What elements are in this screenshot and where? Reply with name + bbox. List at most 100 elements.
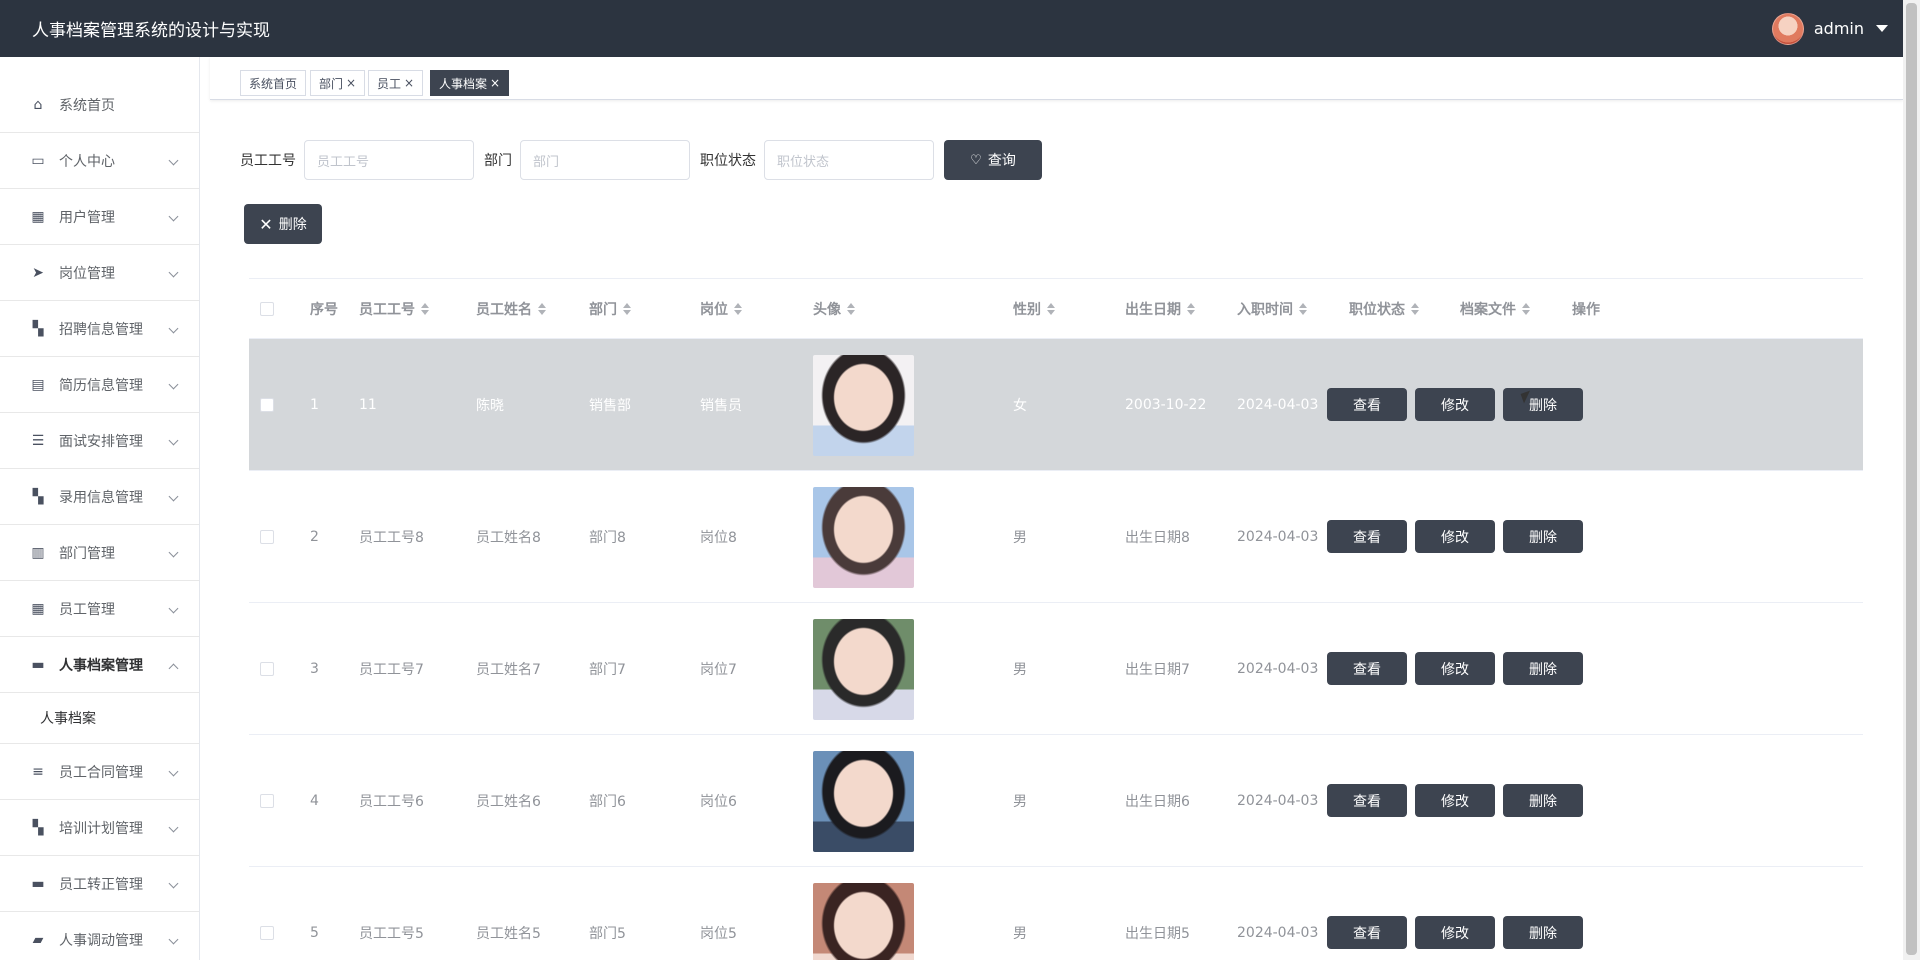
search-input-1[interactable]: 部门 [520,140,690,180]
close-icon[interactable]: × [404,76,414,90]
sort-down-icon[interactable] [1411,310,1419,315]
chevron-down-icon[interactable] [168,934,179,945]
tab-1[interactable]: 部门 × [310,70,366,96]
sidebar-item-8[interactable]: ▥ 部门管理 [0,525,199,581]
chevron-down-icon[interactable] [168,878,179,889]
caret-down-icon[interactable] [1876,25,1888,32]
sort-down-icon[interactable] [623,310,631,315]
sort-icon[interactable] [847,303,855,315]
table-row[interactable]: 2员工工号8员工姓名8部门8岗位8男出生日期82024-04-03在职无查看修改… [249,471,1863,603]
sidebar-item-5[interactable]: ▤ 简历信息管理 [0,357,199,413]
select-all-checkbox[interactable] [260,302,274,316]
sort-up-icon[interactable] [1187,303,1195,308]
table-row[interactable]: 3员工工号7员工姓名7部门7岗位7男出生日期72024-04-03在职无查看修改… [249,603,1863,735]
column-header-1[interactable]: 员工工号 [359,279,429,339]
chevron-down-icon[interactable] [168,267,179,278]
sidebar-item-12[interactable]: ▚ 培训计划管理 [0,800,199,856]
sort-icon[interactable] [1411,303,1419,315]
view-button[interactable]: 查看 [1327,520,1407,553]
sort-icon[interactable] [1187,303,1195,315]
sidebar-item-3[interactable]: ➤ 岗位管理 [0,245,199,301]
view-button[interactable]: 查看 [1327,652,1407,685]
sidebar-item-7[interactable]: ▚ 录用信息管理 [0,469,199,525]
tab-0[interactable]: 系统首页 [240,70,307,96]
row-checkbox[interactable] [260,794,274,808]
sidebar-item-13[interactable]: ▬ 员工转正管理 [0,856,199,912]
scrollbar-thumb[interactable] [1906,3,1917,955]
view-button[interactable]: 查看 [1327,388,1407,421]
close-icon[interactable]: × [346,76,356,90]
column-header-5[interactable]: 头像 [813,279,855,339]
sort-icon[interactable] [1522,303,1530,315]
row-select-cell[interactable] [260,735,274,867]
sort-icon[interactable] [1299,303,1307,315]
chevron-down-icon[interactable] [168,547,179,558]
row-select-cell[interactable] [260,471,274,603]
select-all-cell[interactable] [260,279,274,339]
sort-down-icon[interactable] [734,310,742,315]
sidebar-item-2[interactable]: ▦ 用户管理 [0,189,199,245]
delete-button[interactable]: 删除 [1503,388,1583,421]
avatar-photo[interactable] [813,618,914,720]
sort-up-icon[interactable] [847,303,855,308]
query-button[interactable]: ♡ 查询 [944,140,1042,180]
sort-icon[interactable] [623,303,631,315]
sidebar-item-6[interactable]: ☰ 面试安排管理 [0,413,199,469]
sort-down-icon[interactable] [1299,310,1307,315]
column-header-10[interactable]: 档案文件 [1460,279,1530,339]
edit-button[interactable]: 修改 [1415,652,1495,685]
sort-up-icon[interactable] [1522,303,1530,308]
sidebar-item-0[interactable]: ⌂ 系统首页 [0,77,199,133]
close-icon[interactable]: × [490,76,500,90]
edit-button[interactable]: 修改 [1415,388,1495,421]
avatar-photo[interactable] [813,882,914,960]
view-button[interactable]: 查看 [1327,784,1407,817]
sort-down-icon[interactable] [1522,310,1530,315]
avatar[interactable] [1771,12,1804,45]
sidebar-item-14[interactable]: ▰ 人事调动管理 [0,912,199,960]
row-select-cell[interactable] [260,603,274,735]
delete-button[interactable]: 删除 [1503,520,1583,553]
delete-button[interactable]: 删除 [1503,652,1583,685]
sidebar-item-9[interactable]: ▦ 员工管理 [0,581,199,637]
chevron-down-icon[interactable] [168,211,179,222]
avatar-photo[interactable] [813,354,914,456]
batch-delete-button[interactable]: ✕ 删除 [244,204,322,244]
sort-icon[interactable] [1047,303,1055,315]
tab-3[interactable]: 人事档案 × [430,70,510,96]
sort-icon[interactable] [538,303,546,315]
sidebar-item-1[interactable]: ▭ 个人中心 [0,133,199,189]
avatar-photo[interactable] [813,486,914,588]
column-header-2[interactable]: 员工姓名 [476,279,546,339]
sort-down-icon[interactable] [421,310,429,315]
sort-down-icon[interactable] [1047,310,1055,315]
search-input-0[interactable]: 员工工号 [304,140,474,180]
row-select-cell[interactable] [260,867,274,960]
sort-down-icon[interactable] [538,310,546,315]
chevron-down-icon[interactable] [168,323,179,334]
chevron-down-icon[interactable] [168,603,179,614]
edit-button[interactable]: 修改 [1415,916,1495,949]
sort-up-icon[interactable] [1299,303,1307,308]
sort-down-icon[interactable] [847,310,855,315]
column-header-3[interactable]: 部门 [589,279,631,339]
column-header-6[interactable]: 性别 [1013,279,1055,339]
user-menu[interactable]: admin [1771,12,1888,45]
table-row[interactable]: 111陈晓销售部销售员女2003-10-222024-04-03在职下载查看修改… [249,339,1863,471]
chevron-down-icon[interactable] [168,822,179,833]
row-checkbox[interactable] [260,926,274,940]
delete-button[interactable]: 删除 [1503,784,1583,817]
sort-up-icon[interactable] [734,303,742,308]
sidebar-item-4[interactable]: ▚ 招聘信息管理 [0,301,199,357]
sort-up-icon[interactable] [538,303,546,308]
row-checkbox[interactable] [260,398,274,412]
chevron-up-icon[interactable] [168,663,179,674]
chevron-down-icon[interactable] [168,766,179,777]
search-input-2[interactable]: 职位状态 [764,140,934,180]
chevron-down-icon[interactable] [168,491,179,502]
tab-2[interactable]: 员工 × [368,70,424,96]
edit-button[interactable]: 修改 [1415,784,1495,817]
row-checkbox[interactable] [260,662,274,676]
edit-button[interactable]: 修改 [1415,520,1495,553]
table-row[interactable]: 5员工工号5员工姓名5部门5岗位5男出生日期52024-04-03在职无查看修改… [249,867,1863,960]
